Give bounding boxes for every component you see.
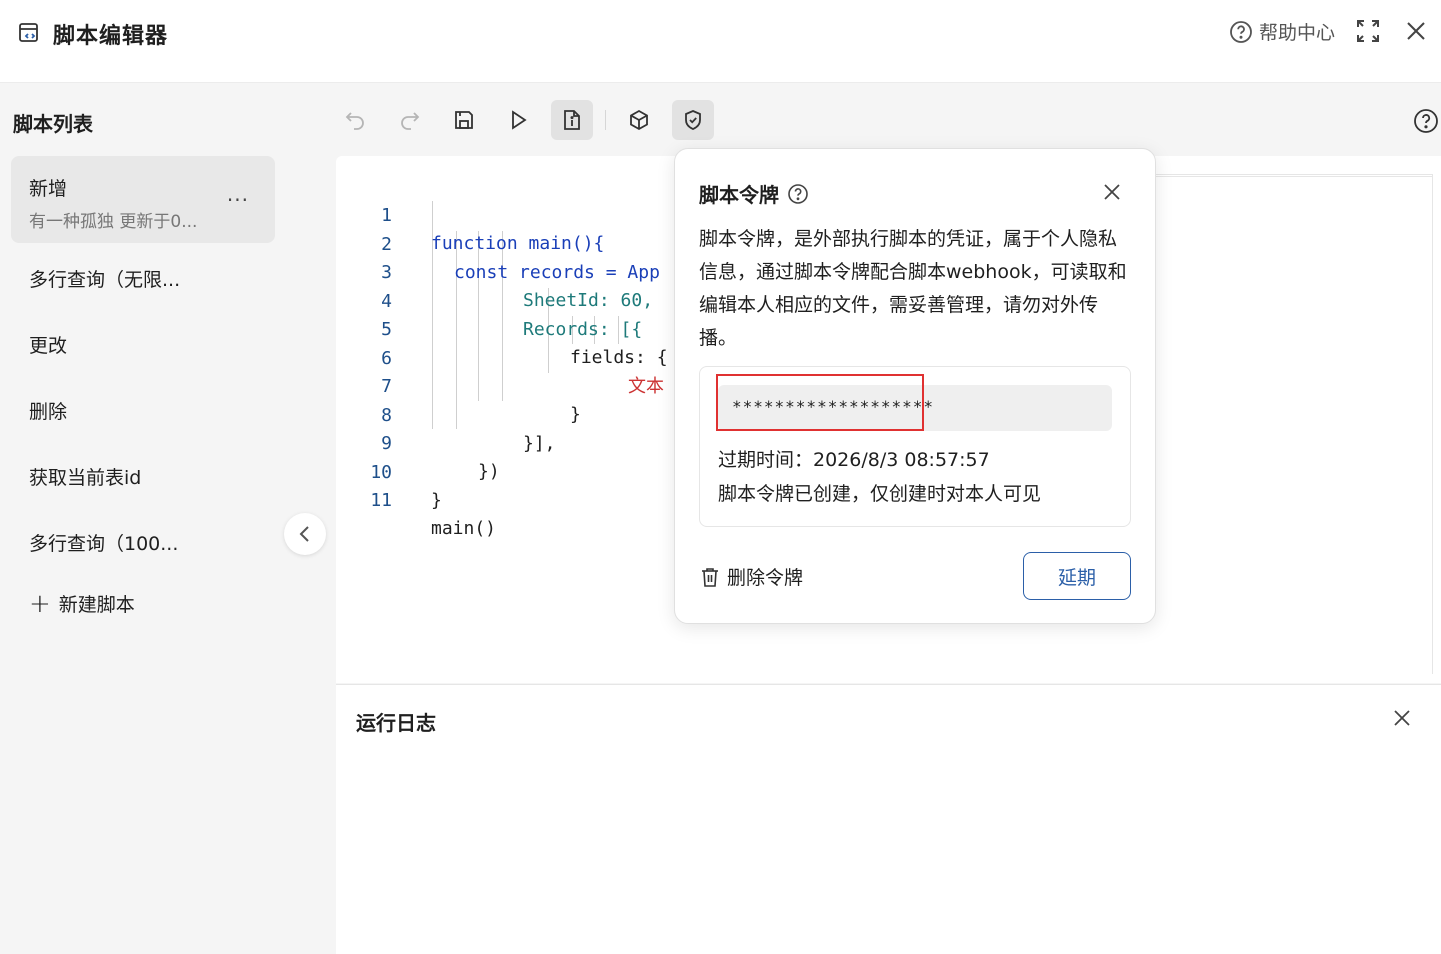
code-text: SheetId: 60, <box>523 290 654 311</box>
extend-token-button[interactable]: 延期 <box>1023 552 1131 600</box>
script-editor-icon <box>19 23 38 42</box>
close-icon <box>1104 184 1120 200</box>
token-visibility-note: 脚本令牌已创建，仅创建时对本人可见 <box>718 483 1042 505</box>
help-center-label: 帮助中心 <box>1258 22 1335 44</box>
question-circle-icon <box>1230 20 1252 43</box>
app-header: 脚本编辑器 帮助中心 <box>0 0 1441 83</box>
code-line: 5 fields: { <box>336 288 667 368</box>
delete-token-button[interactable]: 删除令牌 <box>699 563 803 590</box>
collapse-sidebar-button[interactable] <box>284 513 326 555</box>
package-button[interactable] <box>618 100 660 140</box>
new-script-label: 新建脚本 <box>58 594 135 616</box>
run-log-panel: 运行日志 <box>336 684 1441 954</box>
script-item-name: 新增 <box>29 178 68 200</box>
run-log-title: 运行日志 <box>356 711 436 735</box>
code-line: 11 main() <box>336 459 496 539</box>
code-line: 3 SheetId: 60, <box>336 231 653 311</box>
delete-token-label: 删除令牌 <box>727 567 804 589</box>
code-line: 2 const records = App <box>336 203 660 283</box>
code-text: } <box>570 404 581 425</box>
script-item-selected[interactable]: 新增 有一种孤独 更新于0... ... <box>11 156 275 243</box>
script-list-title: 脚本列表 <box>13 112 93 136</box>
fullscreen-button[interactable] <box>1355 18 1381 44</box>
script-item-name: 获取当前表id <box>29 467 142 489</box>
token-highlight-box <box>716 374 924 431</box>
script-item-name: 删除 <box>29 401 68 423</box>
code-line: 6 文本 <box>336 317 664 397</box>
script-item[interactable]: 删除 <box>11 392 275 432</box>
help-center-link[interactable]: 帮助中心 <box>1229 18 1335 45</box>
run-button[interactable] <box>497 100 539 140</box>
close-run-log-button[interactable] <box>1391 707 1413 729</box>
save-button[interactable] <box>443 100 485 140</box>
code-line: 10 } <box>336 431 442 511</box>
script-item-name: 多行查询（无限... <box>29 269 181 291</box>
shield-check-icon <box>685 110 701 130</box>
code-text: Records: [{ <box>523 319 643 340</box>
more-options-icon[interactable]: ... <box>227 182 249 206</box>
plus-icon: + <box>29 588 51 619</box>
save-icon <box>455 111 473 129</box>
code-text: 文本 <box>628 376 664 397</box>
script-item-name: 多行查询（100... <box>29 533 179 555</box>
redo-icon <box>401 112 420 130</box>
trash-icon <box>702 567 718 587</box>
question-circle-icon <box>1414 109 1438 133</box>
script-item[interactable]: 获取当前表id <box>11 458 275 498</box>
file-info-icon <box>564 110 580 130</box>
code-text: }], <box>523 433 556 454</box>
script-item[interactable]: 多行查询（100... <box>11 524 275 564</box>
toolbar-divider <box>605 110 606 130</box>
code-line: 8 }], <box>336 374 555 454</box>
code-text: }) <box>478 461 500 482</box>
script-token-popover: 脚本令牌 脚本令牌，是外部执行脚本的凭证，属于个人隐私信息，通过脚本令牌配合脚本… <box>674 148 1156 624</box>
code-line: 4 Records: [{ <box>336 260 642 340</box>
line-number: 11 <box>370 490 392 511</box>
close-icon <box>1394 710 1410 726</box>
fullscreen-icon <box>1357 20 1379 42</box>
popover-title-text: 脚本令牌 <box>699 183 779 207</box>
new-script-button[interactable]: + 新建脚本 <box>29 590 135 617</box>
editor-ruler <box>1156 174 1433 177</box>
play-icon <box>512 110 527 130</box>
editor-scrollbar[interactable] <box>1432 174 1433 674</box>
script-token-button[interactable] <box>672 100 714 140</box>
code-text: } <box>431 490 442 511</box>
editor-toolbar <box>334 84 1441 156</box>
script-item-name: 更改 <box>29 335 68 357</box>
code-line: 9 }) <box>336 402 500 482</box>
chevron-left-icon <box>299 526 309 542</box>
toolbar-help-button[interactable] <box>1413 108 1439 134</box>
code-text: const records = App <box>454 262 660 283</box>
token-card: ******************* 过期时间：2026/8/3 08:57:… <box>699 366 1131 527</box>
code-text: function main(){ <box>431 233 605 254</box>
script-item[interactable]: 更改 <box>11 326 275 366</box>
code-text: main() <box>431 518 497 539</box>
undo-button[interactable] <box>334 100 376 140</box>
script-list-sidebar: 脚本列表 新增 有一种孤独 更新于0... ... 多行查询（无限... 更改 … <box>0 84 334 954</box>
code-line: 1 function main(){ <box>336 174 604 254</box>
token-expiry: 过期时间：2026/8/3 08:57:57 <box>718 449 990 471</box>
undo-icon <box>345 112 364 130</box>
script-info-button[interactable] <box>551 100 593 140</box>
code-text: fields: { <box>570 347 668 368</box>
cube-icon <box>630 109 648 131</box>
question-circle-icon[interactable] <box>787 183 809 205</box>
page-title: 脚本编辑器 <box>53 24 169 49</box>
script-item-subtitle: 有一种孤独 更新于0... <box>29 212 198 232</box>
script-item[interactable]: 多行查询（无限... <box>11 260 275 300</box>
redo-button[interactable] <box>389 100 431 140</box>
close-icon <box>1407 22 1425 40</box>
popover-title: 脚本令牌 <box>699 179 809 208</box>
code-line: 7 } <box>336 345 581 425</box>
token-description: 脚本令牌，是外部执行脚本的凭证，属于个人隐私信息，通过脚本令牌配合脚本webho… <box>699 228 1127 349</box>
close-popover-button[interactable] <box>1101 181 1123 203</box>
close-window-button[interactable] <box>1403 18 1429 44</box>
